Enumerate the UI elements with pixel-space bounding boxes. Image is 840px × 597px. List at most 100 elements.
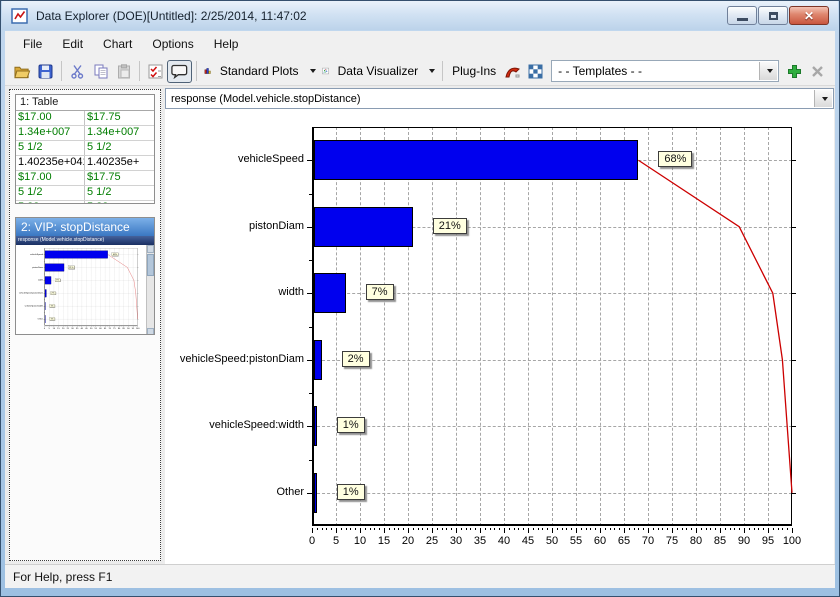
x-tick [509,528,510,530]
menu-edit[interactable]: Edit [52,33,93,55]
x-tick [475,528,476,530]
run-checklist-button[interactable] [144,60,167,83]
x-tick [442,528,443,530]
x-tick [624,528,625,533]
category-label: vehicleSpeed:width [165,419,304,431]
table-cell: 5.23 [85,201,154,204]
x-tick [326,528,327,530]
close-button[interactable]: ✕ [789,6,829,25]
content-area: 1: Table $17.00$17.751.34e+0071.34e+0075… [5,86,835,564]
table-cell: 1.34e+007 [16,126,85,140]
scroll-down-icon[interactable] [147,328,154,335]
save-button[interactable] [34,60,57,83]
cut-button[interactable] [66,60,89,83]
vip-scrollbar[interactable] [146,245,154,335]
surface-plot-icon [504,64,521,79]
plugin-surface-button[interactable] [501,60,524,83]
plugins-label: Plug-Ins [447,64,501,78]
vip-thumbnail-body: response (Model.vehicle.stopDistance) ve… [16,236,154,335]
category-label: pistonDiam [165,220,304,232]
x-tick [547,528,548,530]
plugin-grid-button[interactable] [524,60,547,83]
x-tick [768,528,769,533]
menu-file[interactable]: File [13,33,52,55]
x-tick [480,528,481,533]
category-label: pistonDiam [16,266,43,268]
cumulative-line [45,248,138,325]
dropdown-arrow-icon[interactable] [759,62,777,80]
x-tick-label: 20 [396,535,420,547]
menu-chart[interactable]: Chart [93,33,142,55]
plus-icon [787,64,802,79]
cumulative-line [312,127,792,526]
x-tick [619,528,620,530]
table-cell: 5 1/2 [85,141,154,155]
x-tick-label: 70 [636,535,660,547]
standard-plots-button[interactable]: Standard Plots [201,60,319,83]
x-tick [710,528,711,530]
restore-button[interactable] [758,6,788,25]
paste-icon [117,64,131,79]
x-tick [605,528,606,530]
table-row: 5 1/25 1/2 [16,186,154,201]
table-row: 5.235.23 [16,201,154,204]
open-button[interactable] [11,60,34,83]
x-tick [682,528,683,530]
x-tick [312,528,313,533]
copy-button[interactable] [89,60,112,83]
templates-combobox[interactable]: - - Templates - - [551,60,779,82]
x-tick [610,528,611,530]
bar-value-label: 21% [433,218,467,234]
data-visualizer-label: Data Visualizer [333,64,423,78]
x-tick [446,528,447,530]
scrollbar-thumb[interactable] [147,254,154,276]
x-tick [518,528,519,530]
x-tick-label: 15 [372,535,396,547]
vip-panel-thumbnail[interactable]: 2: VIP: stopDistance response (Model.veh… [15,217,155,335]
x-tick [557,528,558,530]
x-tick [763,528,764,530]
dropdown-arrow-icon[interactable] [814,90,832,107]
annotation-button[interactable] [167,60,192,83]
minimize-button[interactable] [727,6,757,25]
y-tick [792,227,796,228]
y-minor-tick [309,393,312,394]
x-tick [686,528,687,530]
chevron-down-icon [310,69,316,73]
add-template-button[interactable] [783,60,806,83]
menu-options[interactable]: Options [142,33,203,55]
y-minor-tick [309,460,312,461]
x-tick [456,528,457,533]
y-tick [792,493,796,494]
vip-panel-title: 2: VIP: stopDistance [16,218,154,236]
x-tick [365,528,366,530]
x-tick-label: 40 [492,535,516,547]
toolbar-separator [61,61,62,81]
x-tick [422,528,423,530]
paste-button[interactable] [112,60,135,83]
table-cell: $17.00 [16,111,85,125]
x-tick [658,528,659,530]
table-cell: $17.00 [16,171,85,185]
data-visualizer-button[interactable]: Data Visualizer [319,60,439,83]
copy-icon [93,64,109,79]
response-selector[interactable]: response (Model.vehicle.stopDistance) [165,88,834,109]
bar-value-label: 7% [366,284,394,300]
x-tick [677,528,678,530]
x-tick [322,528,323,530]
y-tick [307,227,312,228]
menu-help[interactable]: Help [204,33,249,55]
x-tick-label: 50 [540,535,564,547]
x-tick-label: 5 [324,535,348,547]
table-row: 5 1/25 1/2 [16,141,154,156]
x-tick-label: 75 [660,535,684,547]
x-tick [638,528,639,530]
x-tick [494,528,495,530]
scroll-up-icon[interactable] [147,245,154,253]
table-cell: 1.34e+007 [85,126,154,140]
delete-template-button[interactable] [806,60,829,83]
table-cell: 5.23 [16,201,85,204]
close-icon: ✕ [804,10,814,22]
x-tick [782,528,783,530]
table-panel-thumbnail[interactable]: 1: Table $17.00$17.751.34e+0071.34e+0075… [15,94,155,204]
